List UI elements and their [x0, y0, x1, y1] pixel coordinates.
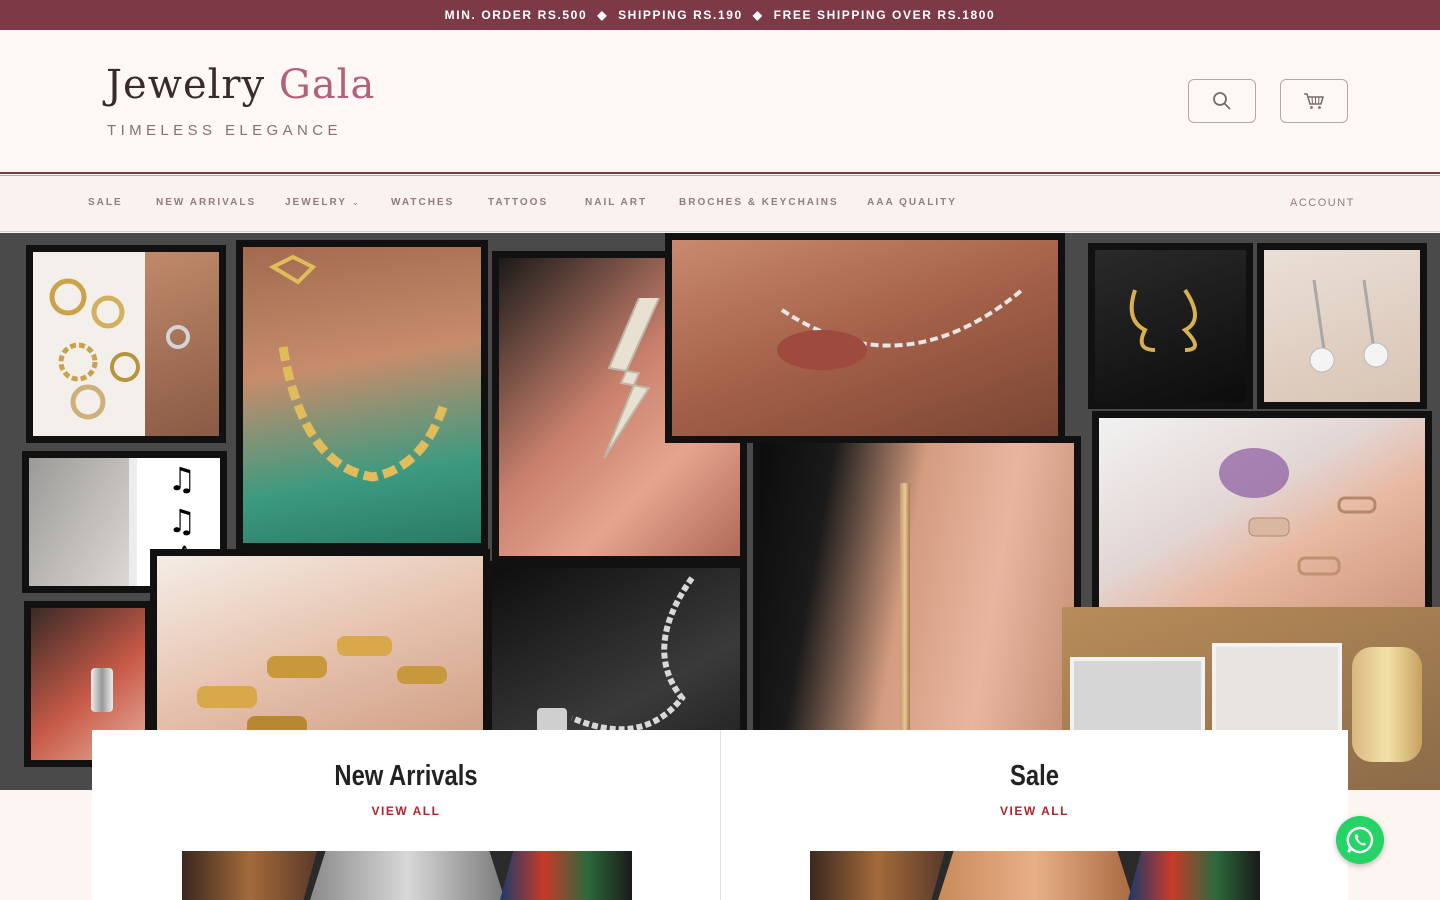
collection-image[interactable]	[182, 851, 632, 900]
announcement-separator: ◆	[597, 8, 609, 22]
nav-item-jewelry-label: JEWELRY	[285, 197, 347, 208]
logo-tagline: TIMELESS ELEGANCE	[107, 122, 342, 139]
announcement-min-order: MIN. ORDER RS.500	[444, 8, 588, 22]
hero-tile-ear-cuffs	[26, 245, 226, 443]
search-icon	[1213, 92, 1231, 110]
collection-title: Sale	[1010, 760, 1059, 792]
nav-item-tattoos[interactable]: TATTOOS	[488, 197, 548, 208]
nav-item-sale[interactable]: SALE	[88, 197, 123, 208]
site-header: Jewelry Gala TIMELESS ELEGANCE	[0, 30, 1440, 172]
nav-item-nail-art[interactable]: NAIL ART	[585, 197, 647, 208]
nav-item-aaa-quality[interactable]: AAA QUALITY	[867, 197, 957, 208]
hero-tile-lip-chain	[665, 233, 1065, 443]
logo-main-text: Jewelry	[106, 62, 266, 108]
hero-tile-butterfly-earrings	[1257, 243, 1427, 409]
collection-image[interactable]	[810, 851, 1260, 900]
announcement-bar: MIN. ORDER RS.500 ◆ SHIPPING RS.190 ◆ FR…	[0, 0, 1440, 30]
hero-tile-face-earrings	[1088, 243, 1253, 409]
view-all-link[interactable]: VIEW ALL	[721, 804, 1348, 818]
main-navigation: SALE NEW ARRIVALS JEWELRY ⌄ WATCHES TATT…	[0, 176, 1440, 232]
header-divider	[0, 172, 1440, 174]
nav-item-new-arrivals[interactable]: NEW ARRIVALS	[156, 197, 256, 208]
nav-item-broches-keychains[interactable]: BROCHES & KEYCHAINS	[679, 197, 839, 208]
announcement-separator: ◆	[752, 8, 764, 22]
search-button[interactable]	[1188, 79, 1256, 123]
cart-button[interactable]	[1280, 79, 1348, 123]
logo[interactable]: Jewelry Gala	[106, 62, 375, 108]
whatsapp-icon	[1346, 826, 1374, 854]
account-link[interactable]: ACCOUNT	[1290, 197, 1355, 209]
announcement-shipping: SHIPPING RS.190	[618, 8, 743, 22]
collection-card-new-arrivals[interactable]: New Arrivals VIEW ALL	[92, 730, 720, 900]
hero-banner[interactable]: ♫♫𝄞	[0, 233, 1440, 790]
nav-item-watches[interactable]: WATCHES	[391, 197, 454, 208]
collection-title: New Arrivals	[334, 760, 478, 792]
collection-card-sale[interactable]: Sale VIEW ALL	[720, 730, 1348, 900]
logo-accent-text: Gala	[278, 62, 376, 108]
hero-tile-chain-necklace	[236, 240, 488, 550]
nav-item-jewelry[interactable]: JEWELRY ⌄	[285, 197, 361, 208]
chevron-down-icon: ⌄	[351, 197, 362, 207]
featured-collections: New Arrivals VIEW ALL Sale VIEW ALL	[92, 730, 1348, 900]
whatsapp-chat-button[interactable]	[1336, 816, 1384, 864]
cart-icon	[1304, 93, 1324, 109]
announcement-free-shipping: FREE SHIPPING OVER RS.1800	[773, 8, 996, 22]
view-all-link[interactable]: VIEW ALL	[92, 804, 720, 818]
